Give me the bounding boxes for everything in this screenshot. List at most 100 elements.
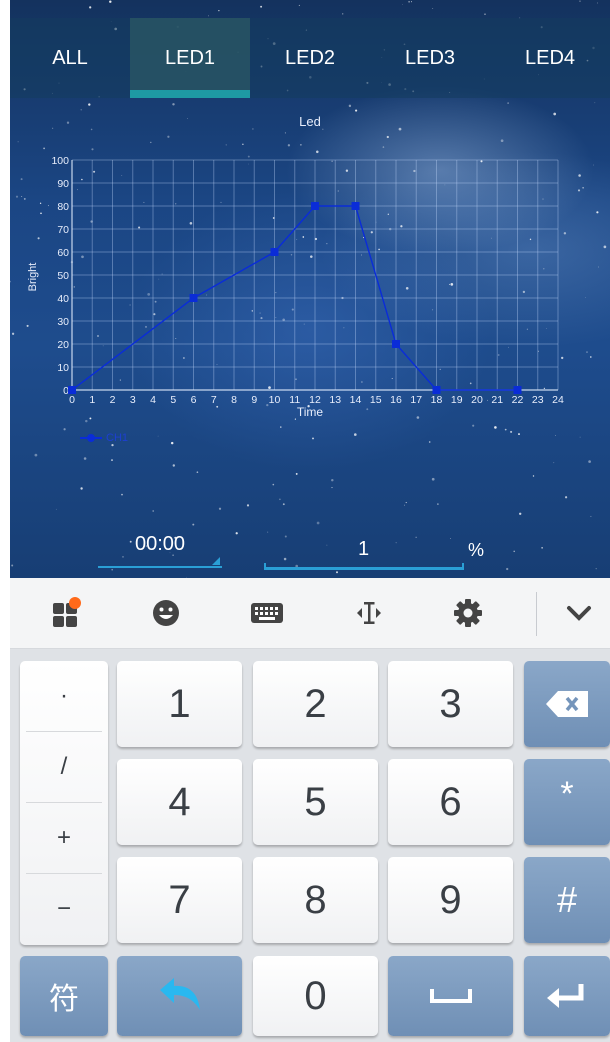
time-input[interactable]: 00:00 [98,530,222,568]
star [235,532,238,535]
key-minus[interactable]: − [26,874,102,944]
key-1[interactable]: 1 [117,661,242,747]
tab-all[interactable]: ALL [10,18,130,98]
y-tick-label: 100 [51,155,69,167]
key-6[interactable]: 6 [388,759,513,845]
star [336,571,338,574]
key-9[interactable]: 9 [388,857,513,943]
screen: ALL LED1 LED2 LED3 LED4 0 1 2 3 4 5 6 7 8 9 10 11 12… [10,0,610,1042]
star [11,564,14,567]
data-point-marker [392,340,400,348]
enter-key[interactable] [524,956,610,1036]
y-tick-label: 10 [57,362,69,374]
star [541,547,543,549]
tab-led2[interactable]: LED2 [250,18,370,98]
key-dot[interactable]: · [26,661,102,732]
x-tick-label: 24 [552,394,564,406]
tab-led3[interactable]: LED3 [370,18,490,98]
percent-input[interactable]: 1 % [264,530,484,570]
star [555,434,556,436]
settings-icon[interactable] [451,596,485,630]
x-tick-label: 7 [211,394,217,406]
key-3[interactable]: 3 [388,661,513,747]
star [402,4,404,5]
star [316,521,320,525]
undo-arrow-icon [159,978,200,1010]
percent-value: 1 [358,538,370,560]
key-2[interactable]: 2 [253,661,378,747]
star [246,504,250,507]
y-tick-label: 80 [57,201,69,213]
key-star[interactable]: * [524,759,610,845]
star [83,457,87,460]
data-point [311,202,319,210]
percent-input-underline [264,567,464,570]
star [282,503,285,506]
star [208,15,209,17]
x-tick-label: 8 [231,394,237,406]
time-input-corner [212,557,220,565]
star [432,7,434,9]
star [532,475,535,477]
x-tick-label: 1 [89,394,95,406]
undo-key[interactable] [117,956,242,1036]
brightness-chart[interactable]: 0 1 2 3 4 5 6 7 8 9 10 11 12 13 14 15 16 17 18 19 20 21 22 23 24… [10,98,610,428]
chevron-down-icon[interactable] [562,596,596,630]
x-tick-label: 22 [512,394,524,406]
data-point [351,202,360,210]
keyboard-toolbar [10,578,610,649]
star [428,441,431,443]
star [89,6,92,9]
cursor-icon[interactable] [352,596,386,630]
space-key[interactable] [388,956,513,1036]
percent-unit: % [468,540,485,560]
legend-label: CH1 [106,432,129,444]
x-tick-label: 0 [69,394,75,406]
data-point-marker [270,248,279,256]
y-axis-label: Bright [27,263,39,292]
star [192,523,195,526]
data-point [270,248,279,256]
data-point-marker [189,294,198,302]
time-input-underline [98,566,222,568]
x-tick-label: 6 [191,394,197,406]
backspace-key[interactable] [524,661,610,747]
star [111,459,113,462]
key-8[interactable]: 8 [253,857,378,943]
star [579,0,581,2]
x-tick-label: 19 [451,394,463,406]
tab-led1[interactable]: LED1 [130,18,250,98]
star [595,568,597,570]
data-point [432,386,441,394]
x-tick-label: 20 [471,394,483,406]
star [218,10,220,12]
emoji-icon[interactable] [149,596,183,630]
space-icon [429,989,472,1003]
star [579,436,581,438]
key-5[interactable]: 5 [253,759,378,845]
y-tick-label: 90 [57,178,69,190]
keyboard-icon[interactable] [250,596,284,630]
x-tick-label: 10 [269,394,281,406]
key-plus[interactable]: + [26,803,102,874]
apps-icon[interactable] [50,596,84,630]
data-point [392,340,400,348]
tab-bar: ALL LED1 LED2 LED3 LED4 [10,18,610,98]
star [410,1,413,3]
enter-icon [547,984,584,1008]
x-axis-label: Time [297,405,324,419]
key-7[interactable]: 7 [117,857,242,943]
tab-led4[interactable]: LED4 [490,18,610,98]
y-tick-label: 30 [57,316,69,328]
data-point [513,386,522,394]
x-tick-label: 9 [251,394,257,406]
star [518,433,520,436]
key-4[interactable]: 4 [117,759,242,845]
x-tick-label: 2 [110,394,116,406]
symbol-switch-key[interactable]: 符 [20,956,108,1036]
key-hash[interactable]: # [524,857,610,943]
star [152,510,155,512]
key-0[interactable]: 0 [253,956,378,1036]
key-slash[interactable]: / [26,732,102,803]
star [513,550,515,553]
